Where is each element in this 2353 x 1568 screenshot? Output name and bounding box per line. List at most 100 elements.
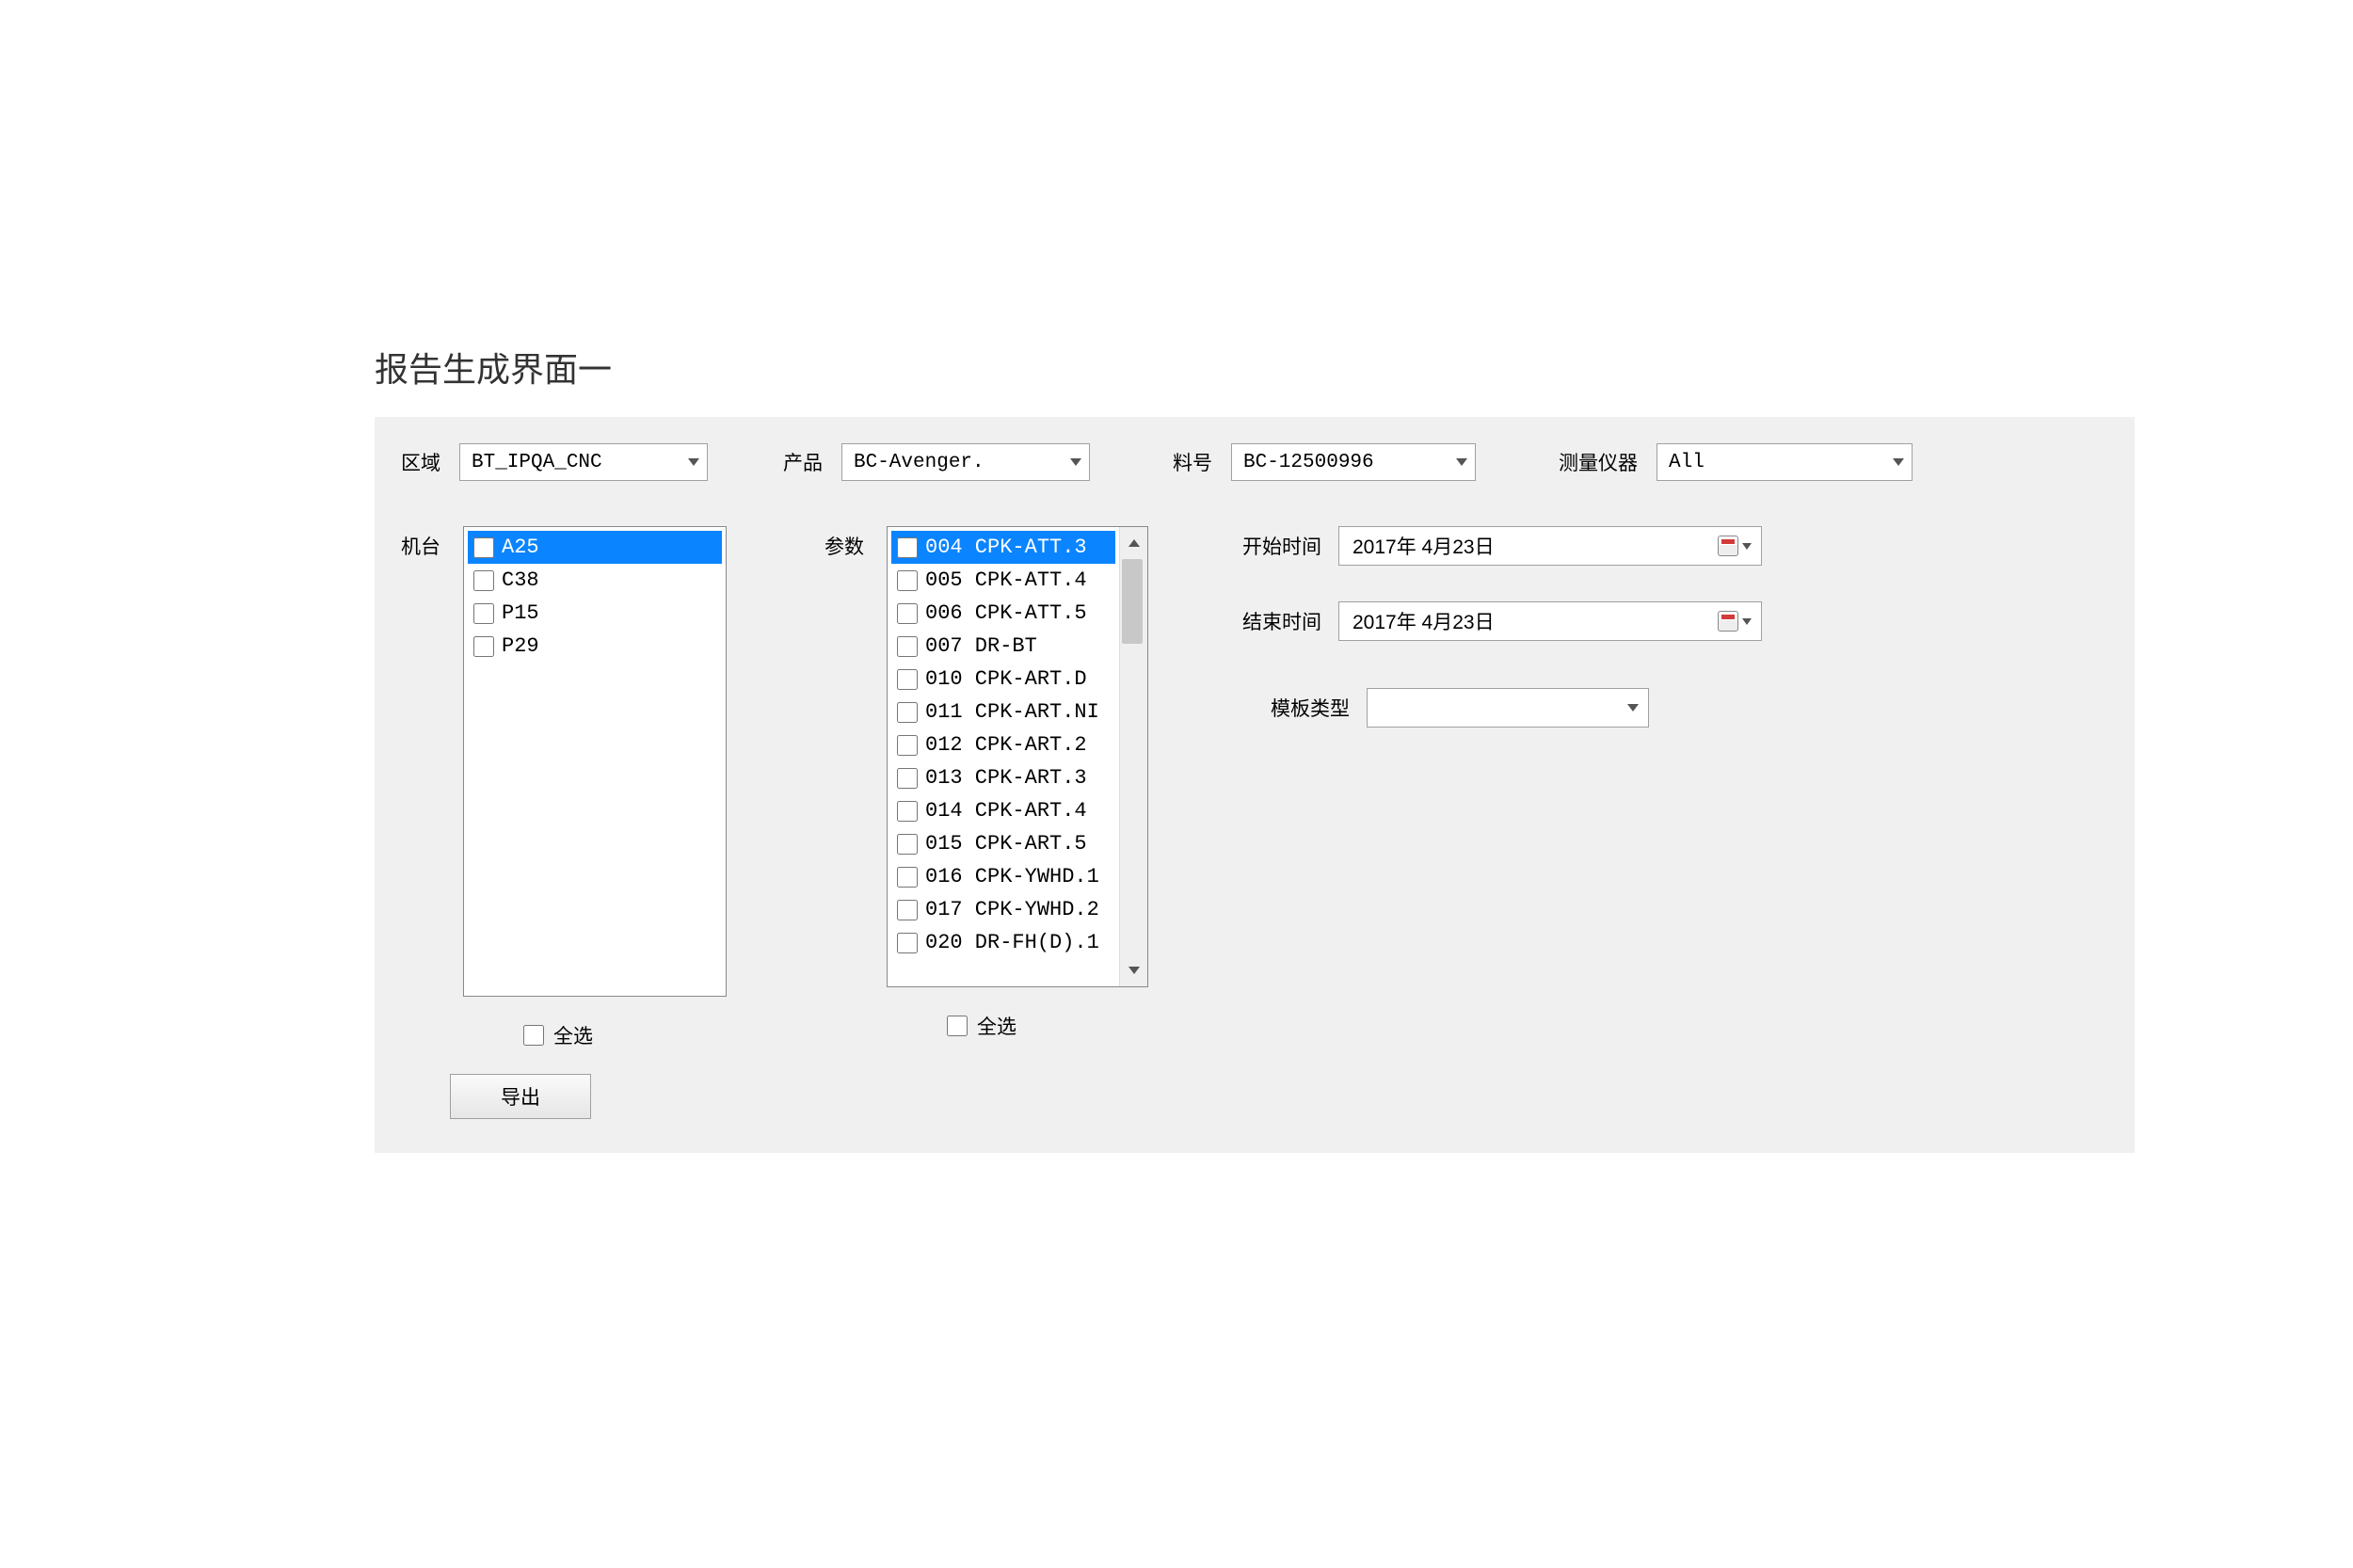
param-item-checkbox[interactable] [897, 834, 918, 855]
template-type-label: 模板类型 [1271, 694, 1350, 722]
param-item[interactable]: 012 CPK-ART.2 [891, 728, 1115, 761]
machine-item-label: P15 [502, 601, 539, 625]
param-item-label: 015 CPK-ART.5 [925, 832, 1087, 856]
param-item-label: 006 CPK-ATT.5 [925, 601, 1087, 625]
chevron-down-icon [1456, 458, 1467, 466]
page-title: 报告生成界面一 [375, 343, 2135, 392]
material-value: BC-12500996 [1243, 452, 1374, 473]
params-select-all-checkbox[interactable] [947, 1016, 968, 1036]
chevron-down-icon [1128, 967, 1140, 974]
param-item-checkbox[interactable] [897, 537, 918, 558]
param-item[interactable]: 013 CPK-ART.3 [891, 761, 1115, 794]
machine-item[interactable]: P15 [468, 597, 722, 630]
start-date-label: 开始时间 [1242, 532, 1321, 560]
param-item[interactable]: 004 CPK-ATT.3 [891, 531, 1115, 564]
param-item-checkbox[interactable] [897, 900, 918, 920]
product-value: BC-Avenger. [854, 452, 984, 473]
param-item[interactable]: 006 CPK-ATT.5 [891, 597, 1115, 630]
param-item-label: 016 CPK-YWHD.1 [925, 865, 1099, 888]
area-value: BT_IPQA_CNC [472, 452, 602, 473]
machine-item-label: P29 [502, 634, 539, 658]
chevron-down-icon [1742, 543, 1752, 550]
param-item[interactable]: 020 DR-FH(D).1 [891, 926, 1115, 959]
param-item-checkbox[interactable] [897, 735, 918, 756]
end-date-field[interactable]: 2017年 4月23日 [1338, 601, 1762, 641]
end-date-value: 2017年 4月23日 [1353, 607, 1495, 635]
product-dropdown[interactable]: BC-Avenger. [841, 443, 1090, 481]
chevron-up-icon [1128, 539, 1140, 547]
param-item-label: 017 CPK-YWHD.2 [925, 898, 1099, 921]
area-label: 区域 [401, 448, 440, 476]
material-label: 料号 [1173, 448, 1212, 476]
calendar-button[interactable] [1718, 611, 1752, 632]
machine-item-checkbox[interactable] [473, 603, 494, 624]
param-item-label: 007 DR-BT [925, 634, 1037, 658]
machine-item-label: A25 [502, 536, 539, 559]
export-button-label: 导出 [501, 1082, 540, 1111]
params-select-all-label: 全选 [977, 1012, 1016, 1040]
param-item-label: 004 CPK-ATT.3 [925, 536, 1087, 559]
chevron-down-icon [1742, 618, 1752, 625]
chevron-down-icon [1070, 458, 1081, 466]
top-filter-row: 区域 BT_IPQA_CNC 产品 BC-Avenger. 料号 BC-1250… [401, 443, 2108, 481]
machine-item-checkbox[interactable] [473, 636, 494, 657]
param-item-checkbox[interactable] [897, 867, 918, 888]
param-item-checkbox[interactable] [897, 603, 918, 624]
param-item[interactable]: 014 CPK-ART.4 [891, 794, 1115, 827]
instrument-label: 测量仪器 [1559, 448, 1638, 476]
param-item[interactable]: 011 CPK-ART.NI [891, 696, 1115, 728]
param-item-label: 014 CPK-ART.4 [925, 799, 1087, 823]
machine-item-checkbox[interactable] [473, 537, 494, 558]
param-item-checkbox[interactable] [897, 801, 918, 822]
machine-item-checkbox[interactable] [473, 570, 494, 591]
params-label: 参数 [824, 532, 864, 1040]
instrument-dropdown[interactable]: All [1657, 443, 1913, 481]
param-item[interactable]: 005 CPK-ATT.4 [891, 564, 1115, 597]
area-dropdown[interactable]: BT_IPQA_CNC [459, 443, 708, 481]
param-item-checkbox[interactable] [897, 636, 918, 657]
instrument-value: All [1669, 452, 1705, 473]
machines-select-all-checkbox[interactable] [523, 1025, 544, 1046]
param-item-label: 020 DR-FH(D).1 [925, 931, 1099, 954]
chevron-down-icon [688, 458, 699, 466]
param-item-checkbox[interactable] [897, 933, 918, 953]
param-item[interactable]: 016 CPK-YWHD.1 [891, 860, 1115, 893]
params-scrollbar[interactable] [1119, 527, 1147, 986]
param-item-checkbox[interactable] [897, 768, 918, 789]
scroll-thumb[interactable] [1122, 559, 1143, 644]
end-date-label: 结束时间 [1242, 607, 1321, 635]
form-panel: 区域 BT_IPQA_CNC 产品 BC-Avenger. 料号 BC-1250… [375, 414, 2135, 1153]
param-item[interactable]: 015 CPK-ART.5 [891, 827, 1115, 860]
param-item-checkbox[interactable] [897, 570, 918, 591]
start-date-value: 2017年 4月23日 [1353, 532, 1495, 560]
calendar-icon [1718, 536, 1738, 556]
machine-item[interactable]: A25 [468, 531, 722, 564]
product-label: 产品 [783, 448, 823, 476]
material-dropdown[interactable]: BC-12500996 [1231, 443, 1476, 481]
start-date-field[interactable]: 2017年 4月23日 [1338, 526, 1762, 566]
param-item[interactable]: 007 DR-BT [891, 630, 1115, 663]
machine-item[interactable]: C38 [468, 564, 722, 597]
machine-item[interactable]: P29 [468, 630, 722, 663]
calendar-button[interactable] [1718, 536, 1752, 556]
machines-select-all-label: 全选 [553, 1021, 593, 1049]
params-listbox[interactable]: 004 CPK-ATT.3 005 CPK-ATT.4 006 CPK-ATT.5 0… [887, 526, 1148, 987]
param-item-label: 011 CPK-ART.NI [925, 700, 1099, 724]
param-item-label: 012 CPK-ART.2 [925, 733, 1087, 757]
param-item-checkbox[interactable] [897, 702, 918, 723]
machine-label: 机台 [401, 532, 440, 1049]
param-item[interactable]: 010 CPK-ART.D [891, 663, 1115, 696]
template-type-dropdown[interactable] [1367, 688, 1649, 728]
calendar-icon [1718, 611, 1738, 632]
chevron-down-icon [1627, 704, 1639, 712]
param-item-label: 005 CPK-ATT.4 [925, 568, 1087, 592]
export-button[interactable]: 导出 [450, 1074, 591, 1119]
chevron-down-icon [1893, 458, 1904, 466]
scroll-up-button[interactable] [1122, 531, 1146, 555]
param-item-label: 010 CPK-ART.D [925, 667, 1087, 691]
machines-listbox[interactable]: A25 C38 P15 P29 [463, 526, 727, 997]
param-item-checkbox[interactable] [897, 669, 918, 690]
scroll-down-button[interactable] [1122, 958, 1146, 983]
param-item[interactable]: 017 CPK-YWHD.2 [891, 893, 1115, 926]
machine-item-label: C38 [502, 568, 539, 592]
